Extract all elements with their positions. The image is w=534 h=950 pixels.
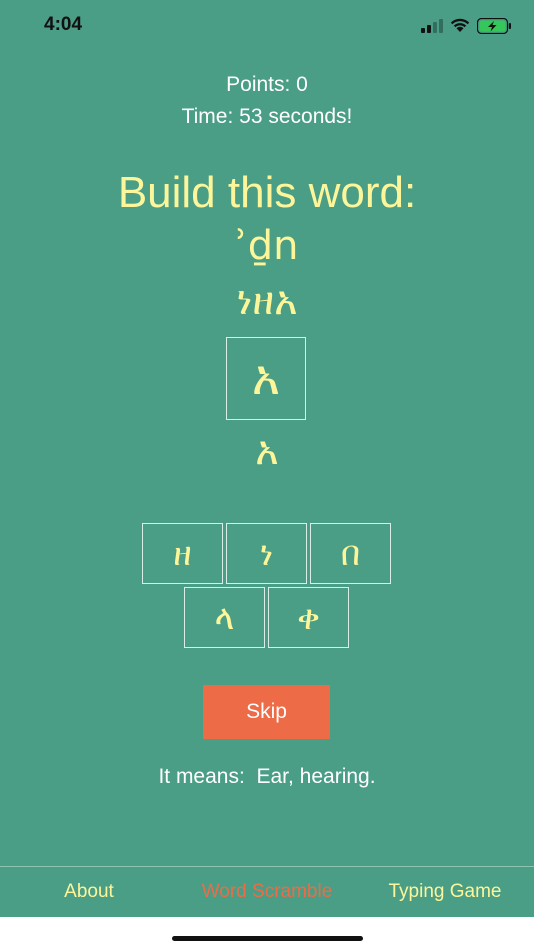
home-indicator[interactable] (172, 936, 363, 941)
letter-tile-be[interactable]: በ (310, 523, 391, 584)
build-word-heading: Build this word: (117, 168, 417, 217)
letter-tile-la[interactable]: ላ (184, 587, 265, 648)
cellular-signal-icon (421, 19, 445, 33)
current-letter-slot[interactable]: አ (226, 337, 306, 420)
app-screen: 4:04 Points: 0 Time: 53 seconds! Build t… (0, 0, 534, 950)
tab-typing-game[interactable]: Typing Game (356, 881, 534, 903)
built-word-display: አ (255, 428, 279, 474)
time-remaining: Time: 53 seconds! (181, 105, 353, 128)
word-meaning: It means: Ear, hearing. (158, 765, 376, 788)
letter-tile-ze[interactable]: ዘ (142, 523, 223, 584)
tab-word-scramble[interactable]: Word Scramble (178, 881, 356, 903)
battery-charging-icon (477, 18, 511, 34)
skip-button[interactable]: Skip (203, 685, 330, 739)
points-counter: Points: 0 (226, 73, 308, 96)
letter-tile-qe[interactable]: ቀ (268, 587, 349, 648)
status-bar: 4:04 (0, 0, 534, 54)
status-time: 4:04 (44, 14, 83, 35)
word-transliteration: ʾḏn (235, 223, 299, 269)
wifi-icon (450, 18, 470, 32)
tab-about[interactable]: About (0, 881, 178, 903)
bottom-safe-area (0, 917, 534, 950)
target-word: ነዘአ (236, 278, 298, 324)
letter-tile-ne[interactable]: ነ (226, 523, 307, 584)
